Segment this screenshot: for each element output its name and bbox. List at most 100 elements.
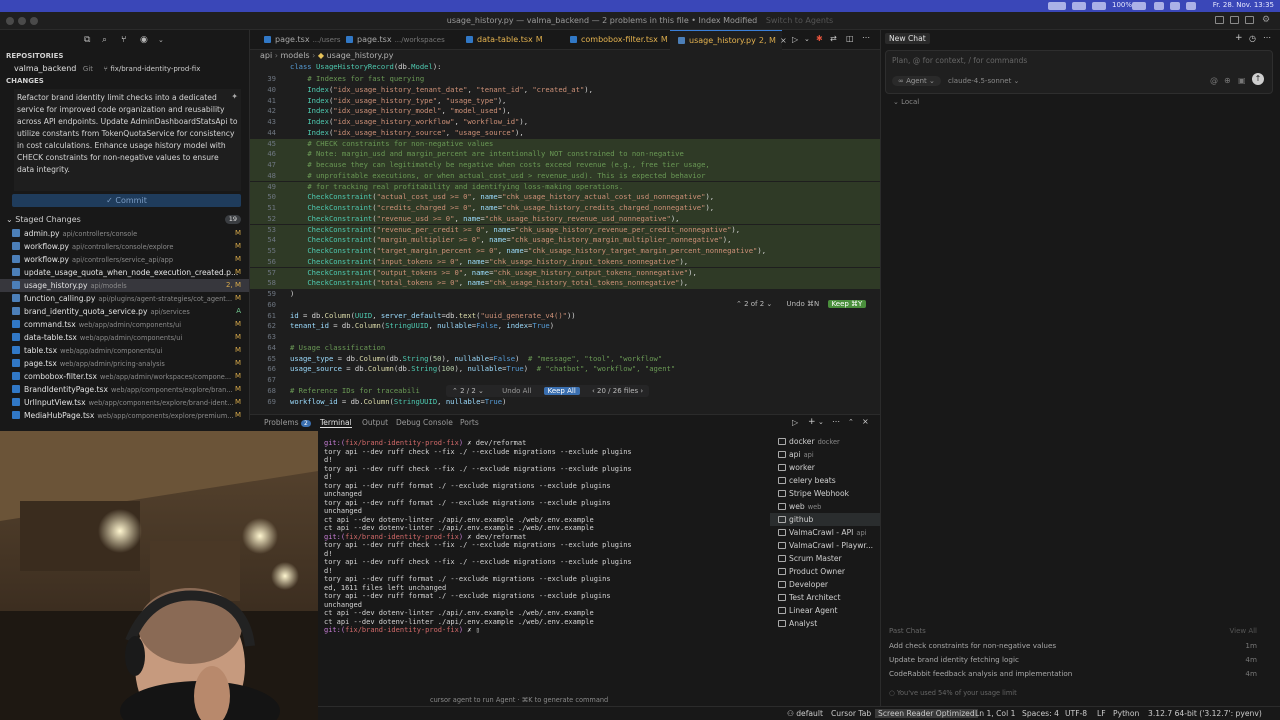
language-status[interactable]: Python <box>1113 709 1139 718</box>
globe-icon[interactable]: ⊕ <box>1224 76 1231 85</box>
breadcrumb-item[interactable]: api <box>260 51 272 60</box>
terminal-item[interactable]: github <box>770 513 880 526</box>
split-editor-icon[interactable]: ◫ <box>846 34 854 43</box>
commit-button[interactable]: ✓ Commit <box>12 194 241 207</box>
terminal-item[interactable]: web web <box>770 500 880 513</box>
branch-icon[interactable]: ⑂ <box>104 65 108 73</box>
terminal-item[interactable]: ValmaCrawl - Playwr... <box>770 539 880 552</box>
run-task-icon[interactable]: ▷ <box>792 418 798 427</box>
new-terminal-icon[interactable]: + <box>808 417 816 427</box>
past-chat-item[interactable]: Add check constraints for non-negative v… <box>889 641 1269 650</box>
staged-file-row[interactable]: data-table.tsx web/app/admin/components/u… <box>0 331 249 344</box>
view-all-link[interactable]: View All <box>1229 627 1257 635</box>
repository-row[interactable]: valma_backend Git ⑂ fix/brand-identity-p… <box>0 62 249 75</box>
toggle-secondary-sidebar-icon[interactable] <box>1245 16 1254 24</box>
battery-icon[interactable] <box>1132 2 1146 10</box>
toggle-panel-icon[interactable] <box>1230 16 1239 24</box>
display-icon[interactable] <box>1072 2 1086 10</box>
past-chat-item[interactable]: Update brand identity fetching logic 4m <box>889 655 1269 664</box>
undo-all-button[interactable]: Undo All <box>502 387 531 395</box>
commit-message-input[interactable]: Refactor brand identity limit checks int… <box>14 89 241 191</box>
model-selector[interactable]: claude-4.5-sonnet ⌄ <box>948 77 1019 85</box>
control-center-icon[interactable] <box>1092 2 1106 10</box>
tab-terminal[interactable]: Terminal <box>320 418 352 428</box>
tab-data-table[interactable]: data-table.tsx M <box>454 30 554 50</box>
terminal-item[interactable]: Linear Agent <box>770 604 880 617</box>
source-control-icon[interactable]: ⑂ <box>121 35 126 45</box>
tab-problems[interactable]: Problems 2 <box>264 418 311 427</box>
staged-file-row[interactable]: workflow.py api/controllers/service_api/a… <box>0 253 249 266</box>
staged-file-row[interactable]: BrandIdentityPage.tsx web/app/components/… <box>0 383 249 396</box>
run-icon[interactable]: ▷ <box>792 35 798 44</box>
next-file-icon[interactable]: › <box>638 387 643 395</box>
terminal-item[interactable]: Scrum Master <box>770 552 880 565</box>
send-icon[interactable]: ↑ <box>1252 73 1264 85</box>
run-debug-icon[interactable]: ◉ <box>140 35 148 45</box>
terminal-item[interactable]: Test Architect <box>770 591 880 604</box>
code-editor[interactable]: class UsageHistoryRecord(db.Model): 39 #… <box>250 62 880 412</box>
generate-message-icon[interactable]: ✦ <box>231 91 238 103</box>
terminal-item[interactable]: celery beats <box>770 474 880 487</box>
staged-changes-header[interactable]: ⌄ Staged Changes 19 <box>0 213 249 227</box>
review-nav-down-icon[interactable]: ⌄ <box>476 387 484 395</box>
breadcrumb-item[interactable]: usage_history.py <box>327 51 394 60</box>
terminal-item[interactable]: Stripe Webhook <box>770 487 880 500</box>
menubar-clock[interactable]: Fr. 28. Nov. 13:35 <box>1213 1 1274 9</box>
terminal-item[interactable]: ValmaCrawl - API api <box>770 526 880 539</box>
staged-file-row[interactable]: brand_identity_quota_service.py api/servi… <box>0 305 249 318</box>
more-actions-icon[interactable]: ⋯ <box>832 417 840 426</box>
staged-file-row[interactable]: function_calling.py api/plugins/agent-str… <box>0 292 249 305</box>
search-icon[interactable] <box>1170 2 1180 10</box>
maximize-panel-icon[interactable]: ⌃ <box>848 418 854 426</box>
terminal-item[interactable]: worker <box>770 461 880 474</box>
profile-status[interactable]: ⚇ default <box>787 709 823 718</box>
staged-file-row[interactable]: update_usage_quota_when_node_execution_c… <box>0 266 249 279</box>
staged-file-row[interactable]: usage_history.py api/models 2, M <box>0 279 249 292</box>
switch-to-agents-link[interactable]: Switch to Agents <box>766 16 833 25</box>
close-panel-icon[interactable]: × <box>862 417 869 426</box>
local-selector[interactable]: ⌄ Local <box>893 98 919 106</box>
staged-file-row[interactable]: MediaHubPage.tsx web/app/components/explo… <box>0 409 249 420</box>
chevron-down-icon[interactable]: ⌄ <box>818 418 824 426</box>
chevron-down-icon[interactable]: ⌄ <box>804 35 810 43</box>
chat-input[interactable]: Plan, @ for context, / for commands <box>892 56 1027 65</box>
toggle-sidebar-icon[interactable] <box>1215 16 1224 24</box>
screen-share-icon[interactable] <box>1048 2 1066 10</box>
staged-file-row[interactable]: combobox-filter.tsx web/app/admin/workspa… <box>0 370 249 383</box>
tab-debug-console[interactable]: Debug Console <box>396 418 453 427</box>
staged-file-row[interactable]: UrlInputView.tsx web/app/components/explo… <box>0 396 249 409</box>
diff-icon[interactable]: ⇄ <box>830 34 837 43</box>
siri-icon[interactable] <box>1186 2 1196 10</box>
search-icon[interactable]: ⌕ <box>102 35 107 45</box>
staged-file-row[interactable]: table.tsx web/app/admin/components/ui M <box>0 344 249 357</box>
record-icon[interactable]: ✱ <box>816 34 823 43</box>
staged-file-row[interactable]: page.tsx web/app/admin/pricing-analysis M <box>0 357 249 370</box>
screen-reader-status[interactable]: Screen Reader Optimized <box>875 709 978 718</box>
encoding-status[interactable]: UTF-8 <box>1065 709 1087 718</box>
more-actions-icon[interactable]: ⋯ <box>862 33 870 42</box>
tab-output[interactable]: Output <box>362 418 388 427</box>
tab-combobox-filter[interactable]: combobox-filter.tsx M <box>558 30 668 50</box>
interpreter-status[interactable]: 3.12.7 64-bit ('3.12.7': pyenv) <box>1148 709 1262 718</box>
keep-hunk-button[interactable]: Keep ⌘Y <box>827 300 867 308</box>
tab-ports[interactable]: Ports <box>460 418 479 427</box>
eol-status[interactable]: LF <box>1097 709 1106 718</box>
tab-page-workspaces[interactable]: page.tsx .../workspaces <box>334 30 452 50</box>
tab-usage-history[interactable]: usage_history.py 2, M × <box>670 30 787 50</box>
new-chat-tab[interactable]: New Chat <box>885 33 930 44</box>
repo-branch[interactable]: fix/brand-identity-prod-fix <box>110 65 200 73</box>
repositories-header[interactable]: REPOSITORIES <box>0 50 249 62</box>
history-icon[interactable]: ◷ <box>1249 34 1256 43</box>
indentation-status[interactable]: Spaces: 4 <box>1022 709 1059 718</box>
terminal-output[interactable]: git:(fix/brand-identity-prod-fix) ✗ dev/… <box>324 439 764 639</box>
mention-icon[interactable]: @ <box>1210 76 1218 85</box>
wifi-icon[interactable] <box>1154 2 1164 10</box>
cursor-tab-status[interactable]: Cursor Tab <box>831 709 871 718</box>
breadcrumb-item[interactable]: models <box>281 51 310 60</box>
review-nav-up-icon[interactable]: ⌃ <box>452 387 460 395</box>
terminal-item[interactable]: Developer <box>770 578 880 591</box>
settings-gear-icon[interactable]: ⚙ <box>1262 15 1270 25</box>
terminal-item[interactable]: Product Owner <box>770 565 880 578</box>
changes-header[interactable]: CHANGES <box>0 75 249 87</box>
explorer-icon[interactable]: ⧉ <box>84 35 90 45</box>
